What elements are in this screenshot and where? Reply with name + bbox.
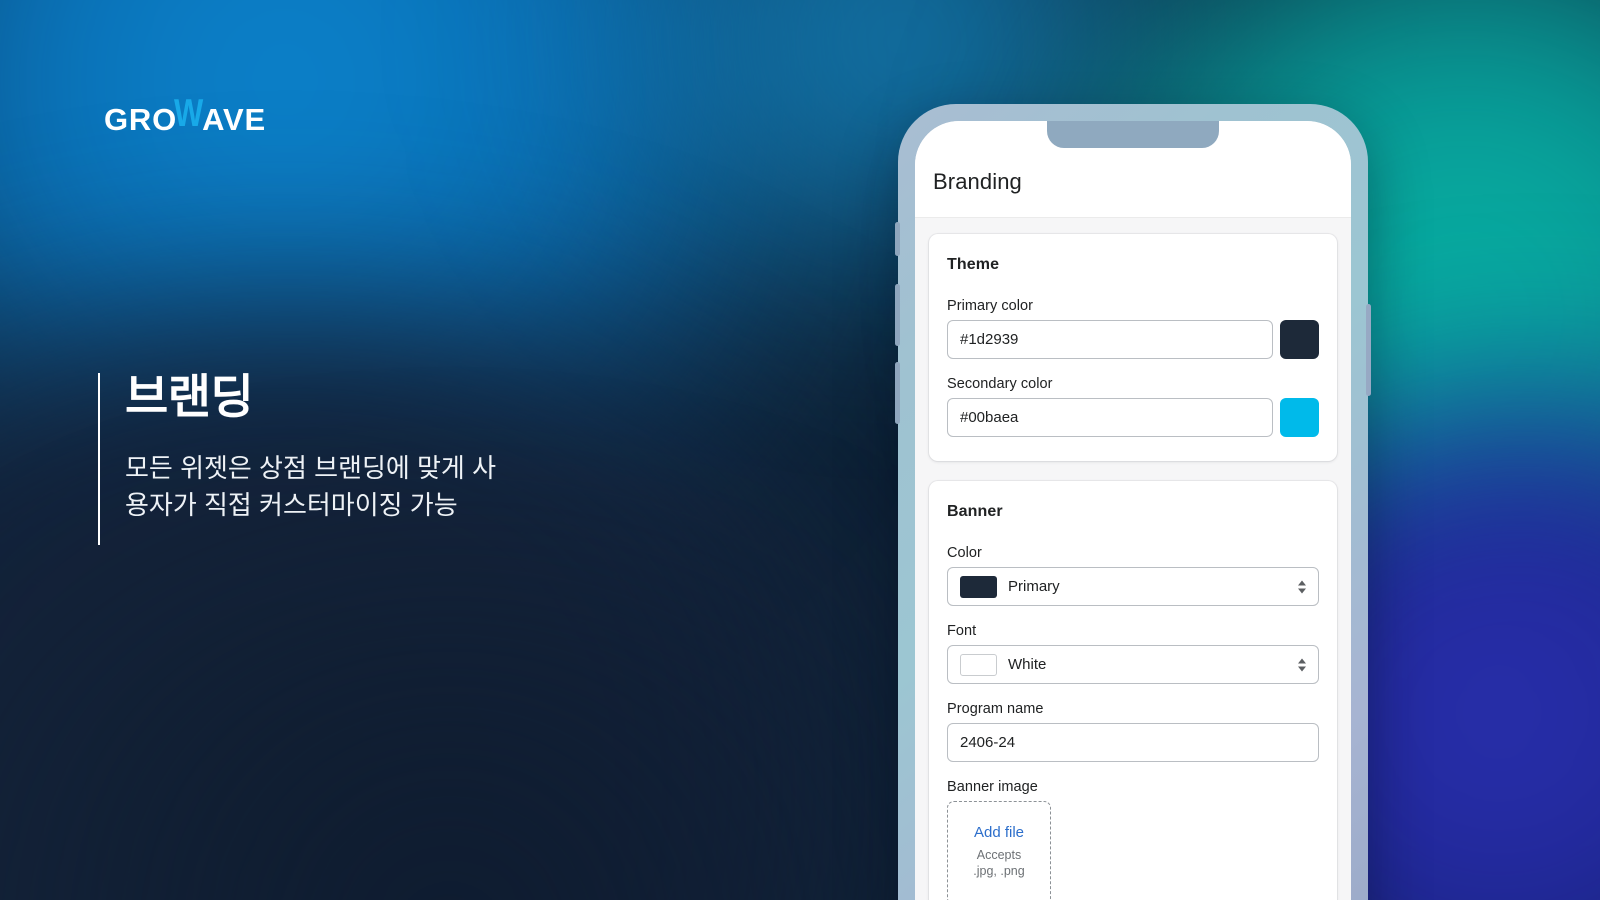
phone-mockup: Branding Theme Primary color Secondary c… (895, 104, 1371, 900)
banner-font-swatch (960, 653, 997, 676)
banner-color-swatch (960, 575, 997, 598)
phone-notch (1047, 121, 1219, 148)
banner-font-value: White (1008, 656, 1047, 673)
logo-text-prefix: GRO (104, 102, 178, 137)
chevron-updown-icon (1298, 580, 1306, 593)
add-file-link[interactable]: Add file (974, 824, 1024, 841)
accepted-formats-hint: Accepts .jpg, .png (973, 848, 1024, 879)
hero-subcopy-line-2: 용자가 직접 커스터마이징 가능 (125, 490, 458, 521)
theme-card: Theme Primary color Secondary color (929, 234, 1337, 461)
hero-accent-rule (98, 373, 100, 545)
banner-font-field: Font White (947, 623, 1319, 684)
banner-font-select-wrap: White (947, 645, 1319, 684)
secondary-color-swatch-button[interactable] (1280, 398, 1319, 437)
banner-image-field: Banner image Add file Accepts .jpg, .png (947, 779, 1319, 900)
phone-volume-up-button[interactable] (895, 284, 900, 346)
primary-color-swatch-button[interactable] (1280, 320, 1319, 359)
banner-color-select[interactable]: Primary (947, 567, 1319, 606)
phone-screen: Branding Theme Primary color Secondary c… (915, 121, 1351, 900)
hero-headline: 브랜딩 (125, 370, 254, 423)
banner-card: Banner Color Primary Font White Program … (929, 481, 1337, 900)
secondary-color-input[interactable] (947, 398, 1273, 437)
app-body: Theme Primary color Secondary color (915, 218, 1351, 900)
hero-copy-block: 브랜딩 모든 위젯은 상점 브랜딩에 맞게 사 용자가 직접 커스터마이징 가능 (98, 370, 496, 545)
banner-color-value: Primary (1008, 578, 1060, 595)
hero-subcopy: 모든 위젯은 상점 브랜딩에 맞게 사 용자가 직접 커스터마이징 가능 (125, 450, 496, 525)
primary-color-input[interactable] (947, 320, 1273, 359)
accepted-formats-line-2: .jpg, .png (973, 863, 1025, 878)
program-name-input[interactable] (947, 723, 1319, 762)
primary-color-row (947, 320, 1319, 359)
primary-color-label: Primary color (947, 298, 1034, 314)
banner-image-label: Banner image (947, 779, 1038, 795)
banner-card-title: Banner (947, 503, 1003, 520)
phone-volume-down-button[interactable] (895, 362, 900, 424)
chevron-updown-icon (1298, 658, 1306, 671)
logo-text-suffix: AVE (202, 102, 266, 137)
logo-w-mark-icon: W (174, 90, 205, 135)
phone-silent-switch[interactable] (895, 222, 900, 256)
accepted-formats-line-1: Accepts (976, 848, 1022, 862)
secondary-color-label: Secondary color (947, 376, 1053, 392)
banner-font-label: Font (947, 623, 977, 639)
banner-color-select-wrap: Primary (947, 567, 1319, 606)
phone-power-button[interactable] (1366, 304, 1371, 396)
banner-color-field: Color Primary (947, 545, 1319, 606)
page-title: Branding (933, 169, 1022, 194)
theme-card-title: Theme (947, 256, 1000, 273)
program-name-label: Program name (947, 701, 1044, 717)
program-name-field: Program name (947, 701, 1319, 762)
banner-image-dropzone[interactable]: Add file Accepts .jpg, .png (947, 801, 1051, 900)
banner-font-select[interactable]: White (947, 645, 1319, 684)
primary-color-field: Primary color (947, 298, 1319, 359)
banner-color-label: Color (947, 545, 982, 561)
growave-logo: GRO W AVE (104, 93, 266, 137)
hero-subcopy-line-1: 모든 위젯은 상점 브랜딩에 맞게 사 (125, 452, 496, 483)
secondary-color-field: Secondary color (947, 376, 1319, 437)
secondary-color-row (947, 398, 1319, 437)
